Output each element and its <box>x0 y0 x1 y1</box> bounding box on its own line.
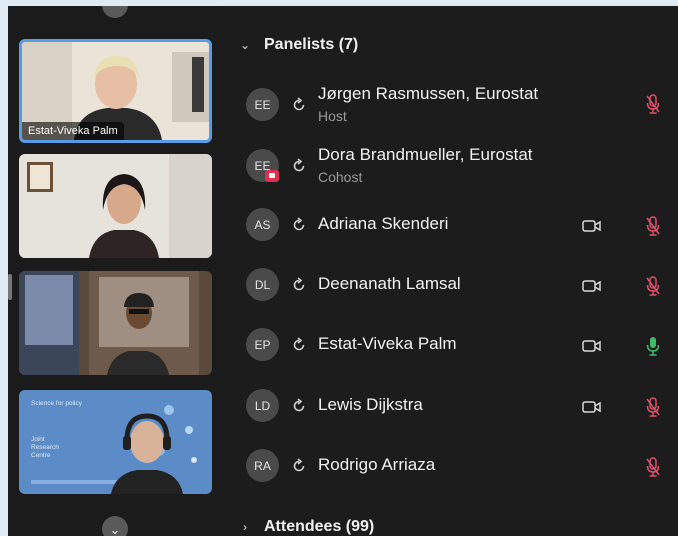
mic-muted-icon[interactable] <box>645 397 661 417</box>
avatar: DL <box>246 268 279 301</box>
participant-name: Dora Brandmueller, Eurostat <box>318 145 533 164</box>
participant-name: Adriana Skenderi <box>318 214 449 233</box>
screen-share-badge-icon <box>265 170 279 182</box>
panelists-header-label: Panelists (7) <box>264 36 359 53</box>
video-tile[interactable] <box>19 271 212 375</box>
chevron-right-icon: › <box>243 520 247 534</box>
mic-muted-icon[interactable] <box>645 94 661 114</box>
slide-title: Science for policy <box>31 400 82 407</box>
sync-icon <box>293 458 305 472</box>
sync-icon <box>293 277 305 291</box>
sync-icon <box>293 158 305 172</box>
meeting-window: ⌃ Estat-Viveka Palm <box>8 6 678 536</box>
panelists-section-header[interactable]: ⌄ Panelists (7) <box>239 36 358 54</box>
video-camera-icon[interactable] <box>582 399 602 415</box>
avatar: RA <box>246 449 279 482</box>
mic-muted-icon[interactable] <box>645 276 661 296</box>
video-feed-image <box>19 154 212 258</box>
participant-name: Deenanath Lamsal <box>318 274 461 293</box>
video-camera-icon[interactable] <box>582 278 602 294</box>
participant-row[interactable]: AS Adriana Skenderi <box>221 196 678 256</box>
participants-panel: ⌄ Panelists (7) EE Jørgen Rasmussen, Eur… <box>221 6 678 536</box>
video-tile[interactable] <box>19 154 212 258</box>
participant-name: Lewis Dijkstra <box>318 395 423 414</box>
participant-name-label: Estat-Viveka Palm <box>22 122 124 140</box>
scroll-down-button[interactable]: ⌄ <box>102 516 128 536</box>
mic-muted-icon[interactable] <box>645 457 661 477</box>
video-feed-image <box>19 271 212 375</box>
resize-handle[interactable] <box>8 274 12 300</box>
participant-row[interactable]: RA Rodrigo Arriaza <box>221 437 678 497</box>
video-tile[interactable]: Science for policy Joint Research Centre <box>19 390 212 494</box>
sync-icon <box>293 398 305 412</box>
sync-icon <box>293 337 305 351</box>
chevron-down-icon: ⌄ <box>239 38 251 52</box>
avatar: EE <box>246 88 279 121</box>
participant-row[interactable]: EE Dora Brandmueller, Eurostat Cohost <box>221 137 678 197</box>
video-camera-icon[interactable] <box>582 338 602 354</box>
video-tile[interactable]: Estat-Viveka Palm <box>19 39 212 143</box>
scroll-up-button[interactable]: ⌃ <box>102 6 128 18</box>
participant-row[interactable]: LD Lewis Dijkstra <box>221 377 678 437</box>
avatar: EP <box>246 328 279 361</box>
participant-name: Rodrigo Arriaza <box>318 455 436 474</box>
slide-org: Joint Research Centre <box>31 436 59 459</box>
participant-role: Host <box>318 108 347 124</box>
participant-name: Estat-Viveka Palm <box>318 334 457 353</box>
participant-role: Cohost <box>318 169 363 185</box>
participant-row[interactable]: EE Jørgen Rasmussen, Eurostat Host <box>221 76 678 136</box>
mic-muted-icon[interactable] <box>645 216 661 236</box>
attendees-header-label: Attendees (99) <box>264 518 375 535</box>
video-strip: ⌃ Estat-Viveka Palm <box>8 6 221 536</box>
mic-icon[interactable] <box>645 336 661 356</box>
sync-icon <box>293 217 305 231</box>
participant-name: Jørgen Rasmussen, Eurostat <box>318 84 539 103</box>
chevron-up-icon: ⌃ <box>110 6 121 12</box>
sync-icon <box>293 97 305 111</box>
video-camera-icon[interactable] <box>582 218 602 234</box>
avatar: LD <box>246 389 279 422</box>
attendees-section-header[interactable]: › Attendees (99) <box>239 518 374 536</box>
avatar: AS <box>246 208 279 241</box>
chevron-down-icon: ⌄ <box>109 521 121 536</box>
participant-row[interactable]: DL Deenanath Lamsal <box>221 256 678 316</box>
participant-row[interactable]: EP Estat-Viveka Palm <box>221 316 678 376</box>
